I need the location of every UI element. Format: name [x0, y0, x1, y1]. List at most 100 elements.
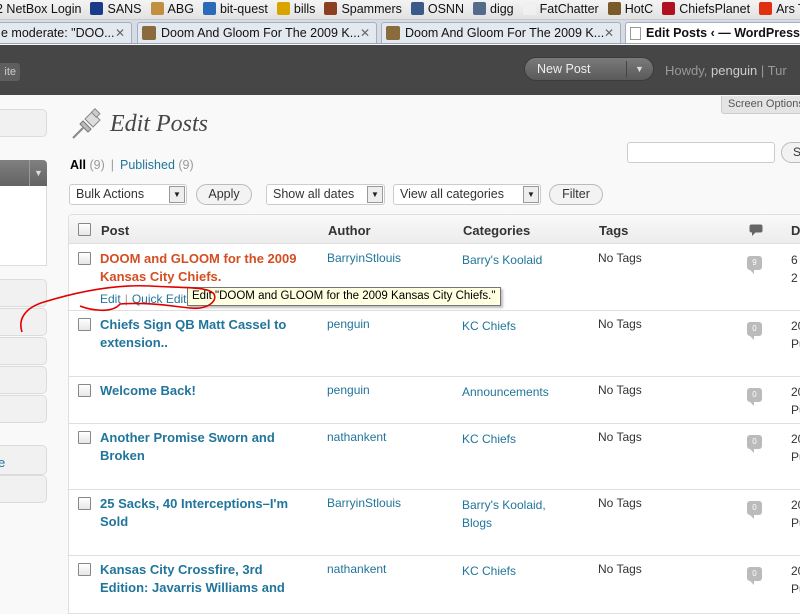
bookmark-label: digg — [490, 2, 514, 16]
username-link[interactable]: penguin — [711, 63, 757, 78]
date-line: 20 — [791, 385, 800, 399]
comment-count-badge[interactable]: 0 — [747, 501, 762, 519]
new-post-button[interactable]: New Post ▼ — [524, 57, 654, 81]
search-posts-button[interactable]: Se — [781, 142, 800, 163]
screen-options-tab[interactable]: Screen Options — [721, 96, 800, 114]
tab-edit-posts[interactable]: Edit Posts ‹ — WordPress — [625, 22, 800, 43]
table-row: Kansas City Crossfire, 3rd Edition: Java… — [69, 556, 800, 613]
table-row: Another Promise Sworn and Broken nathanke… — [69, 424, 800, 490]
row-checkbox[interactable] — [78, 384, 91, 397]
column-header-author: Author — [328, 223, 371, 238]
row-checkbox[interactable] — [78, 252, 91, 265]
bookmark-item[interactable]: ABG — [149, 0, 194, 19]
column-header-date[interactable]: D — [791, 223, 800, 238]
category-link[interactable]: KC Chiefs — [462, 562, 516, 580]
browser-tab-strip: e moderate: "DOO... ✕ Doom And Gloom For… — [0, 20, 800, 44]
filter-button[interactable]: Filter — [549, 184, 603, 205]
post-author-link[interactable]: BarryinStlouis — [327, 496, 401, 510]
select-all-checkbox[interactable] — [78, 223, 91, 236]
comment-count-badge[interactable]: 9 — [747, 256, 762, 274]
sidebar-item-posts[interactable]: ▼ — [0, 160, 47, 186]
bookmark-item[interactable]: OSNN — [409, 0, 464, 19]
comment-count-badge[interactable]: 0 — [747, 567, 762, 585]
tab-close-icon[interactable]: ✕ — [360, 23, 370, 43]
chevron-down-icon[interactable]: ▼ — [29, 160, 47, 186]
category-link[interactable]: KC Chiefs — [462, 317, 516, 335]
bookmark-item[interactable]: digg — [471, 0, 514, 19]
sidebar-item-comments[interactable] — [0, 366, 47, 394]
bookmark-item[interactable]: Spammers — [322, 0, 402, 19]
visit-site-button[interactable]: ite — [0, 63, 20, 81]
category-link[interactable]: Barry's Koolaid, — [462, 496, 546, 514]
sidebar-item-appearance[interactable] — [0, 445, 47, 475]
osnn-icon — [410, 2, 424, 15]
post-title-link[interactable]: Kansas City Crossfire, 3rd Edition: Java… — [100, 561, 310, 597]
bookmark-item[interactable]: SANS — [88, 0, 142, 19]
bookmark-item[interactable]: HotC — [606, 0, 653, 19]
bookmark-item[interactable]: Ars Tec — [757, 0, 800, 19]
bookmark-label: Spammers — [341, 2, 402, 16]
column-header-categories: Categories — [463, 223, 531, 238]
sidebar-item-label[interactable]: e — [0, 455, 5, 470]
bookmark-item[interactable]: 2 NetBox Login — [0, 0, 81, 19]
comment-count-badge[interactable]: 0 — [747, 435, 762, 453]
post-author-link[interactable]: nathankent — [327, 562, 386, 576]
sidebar-item-plugins[interactable] — [0, 475, 47, 503]
post-title-link[interactable]: 25 Sacks, 40 Interceptions–I'm Sold — [100, 495, 310, 531]
tab-close-icon[interactable]: ✕ — [115, 23, 125, 43]
post-author-link[interactable]: nathankent — [327, 430, 386, 444]
row-checkbox[interactable] — [78, 431, 91, 444]
page-favicon-icon — [630, 27, 641, 40]
post-date: 20 Pu — [791, 383, 800, 419]
bookmark-item[interactable]: ChiefsPlanet — [660, 0, 750, 19]
apply-button[interactable]: Apply — [196, 184, 252, 205]
comment-count-badge[interactable]: 0 — [747, 322, 762, 340]
sidebar-item-6[interactable] — [0, 395, 47, 423]
row-checkbox[interactable] — [78, 497, 91, 510]
tab-close-icon[interactable]: ✕ — [604, 23, 614, 43]
category-link[interactable]: Announcements — [462, 383, 549, 401]
digg-icon — [473, 2, 486, 15]
column-header-post[interactable]: Post — [101, 223, 129, 238]
filter-all-count: (9) — [89, 158, 105, 172]
sidebar-item-dashboard[interactable] — [0, 109, 47, 137]
post-title-link[interactable]: Another Promise Sworn and Broken — [100, 429, 310, 465]
category-filter-select[interactable]: View all categories ▼ — [393, 184, 541, 205]
post-date: 20 Pu — [791, 430, 800, 466]
date-filter-select[interactable]: Show all dates ▼ — [266, 184, 385, 205]
comment-count-badge[interactable]: 0 — [747, 388, 762, 406]
post-author-link[interactable]: BarryinStlouis — [327, 251, 401, 265]
sans-icon — [90, 2, 104, 15]
bookmark-item[interactable]: FatChatter — [521, 0, 599, 19]
turbo-link[interactable]: | Tur — [757, 63, 787, 78]
howdy-greeting: Howdy, penguin | Tur — [665, 63, 787, 78]
post-title-link[interactable]: Welcome Back! — [100, 382, 310, 400]
date-line: 20 — [791, 498, 800, 512]
tab-moderate[interactable]: e moderate: "DOO... ✕ — [0, 22, 132, 43]
chevron-down-icon[interactable]: ▼ — [635, 58, 644, 80]
date-line: Pu — [791, 403, 800, 417]
bookmark-label: SANS — [107, 2, 142, 16]
date-line: Pu — [791, 582, 800, 596]
bookmark-item[interactable]: bit-quest — [201, 0, 268, 19]
tab-doom-2[interactable]: Doom And Gloom For The 2009 K... ✕ — [381, 22, 621, 43]
post-author-link[interactable]: penguin — [327, 317, 370, 331]
bulk-actions-select[interactable]: Bulk Actions ▼ — [69, 184, 187, 205]
post-author-link[interactable]: penguin — [327, 383, 370, 397]
category-link[interactable]: KC Chiefs — [462, 430, 516, 448]
category-link[interactable]: Barry's Koolaid — [462, 251, 542, 269]
date-line: 20 — [791, 432, 800, 446]
post-date: 20 Pu — [791, 562, 800, 598]
tab-label: Doom And Gloom For The 2009 K... — [405, 26, 605, 40]
bookmark-item[interactable]: bills — [275, 0, 315, 19]
tab-label: e moderate: "DOO... — [1, 26, 115, 40]
chevron-down-icon: ▼ — [169, 186, 185, 203]
filter-published-link[interactable]: Published — [120, 158, 175, 172]
post-categories: KC Chiefs — [462, 317, 516, 335]
category-link[interactable]: Blogs — [462, 514, 546, 532]
filter-all-link[interactable]: All — [70, 158, 86, 172]
row-checkbox[interactable] — [78, 563, 91, 576]
post-tags: No Tags — [598, 562, 642, 576]
tab-doom-1[interactable]: Doom And Gloom For The 2009 K... ✕ — [137, 22, 377, 43]
search-posts-input[interactable] — [627, 142, 775, 163]
